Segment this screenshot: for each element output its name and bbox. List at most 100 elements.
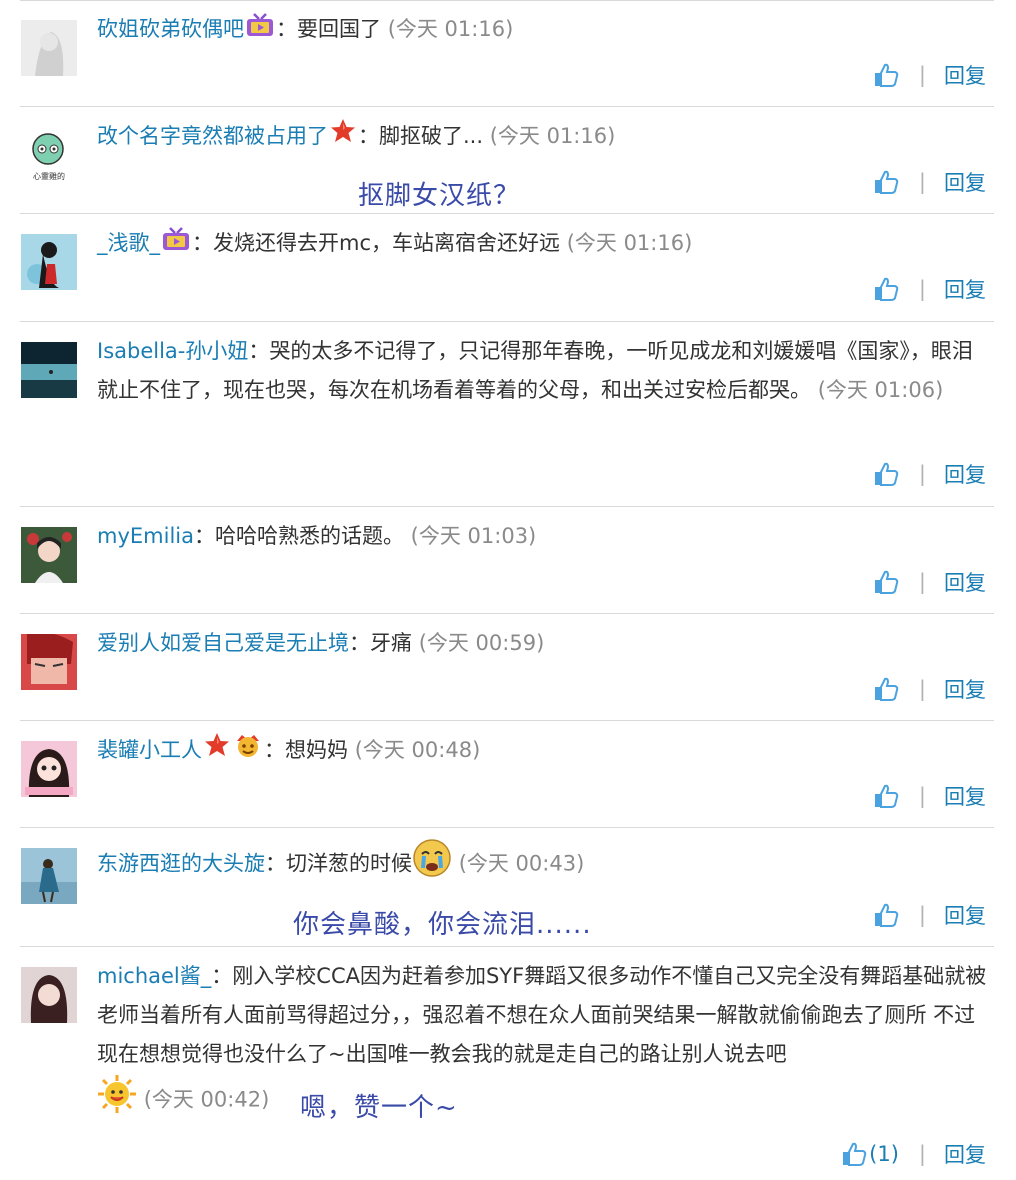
thumbs-up-icon (873, 276, 899, 302)
username[interactable]: _浅歌_ (97, 231, 160, 255)
comment-actions: | 回复 (873, 674, 986, 704)
crown-face-icon (234, 732, 262, 771)
thumbs-up-icon (873, 783, 899, 809)
comment-actions: | 回复 (873, 781, 986, 811)
colon: ： (211, 964, 233, 988)
reply-link[interactable]: 回复 (944, 900, 986, 930)
thumbs-up-icon (873, 62, 899, 88)
reply-link[interactable]: 回复 (944, 674, 986, 704)
comment-actions: (1) | 回复 (841, 1139, 986, 1169)
timestamp: (今天 01:16) (387, 17, 514, 41)
thumbs-up-icon (873, 461, 899, 487)
timestamp: (今天 01:03) (410, 524, 537, 548)
sun-smile-emoji (97, 1074, 137, 1127)
comment-item: Isabella-孙小妞：哭的太多不记得了，只记得那年春晚，一听见成龙和刘媛媛唱… (20, 322, 994, 507)
crying-emoji (412, 838, 452, 891)
separator: | (918, 784, 926, 808)
separator: | (918, 170, 926, 194)
colon: ： (358, 124, 379, 148)
timestamp: (今天 01:16) (566, 231, 693, 255)
colon: ： (349, 631, 370, 655)
username[interactable]: Isabella-孙小妞 (97, 339, 248, 363)
username[interactable]: myEmilia (97, 524, 194, 548)
like-count: (1) (869, 1142, 899, 1166)
like-button[interactable] (873, 62, 899, 88)
separator: | (918, 63, 926, 87)
red-star-icon (330, 118, 356, 157)
colon: ： (265, 851, 286, 876)
overlay-caption: 抠脚女汉纸？ (358, 181, 521, 211)
comment-actions: | 回复 (873, 167, 986, 197)
reply-link[interactable]: 回复 (944, 459, 986, 489)
colon: ： (248, 339, 270, 363)
avatar[interactable] (21, 967, 77, 1023)
colon: ： (264, 738, 285, 762)
reply-link[interactable]: 回复 (944, 167, 986, 197)
timestamp: (今天 00:42) (143, 1087, 270, 1112)
reply-link[interactable]: 回复 (944, 1139, 986, 1169)
like-button[interactable] (873, 569, 899, 595)
reply-link[interactable]: 回复 (944, 781, 986, 811)
avatar[interactable] (21, 234, 77, 290)
comment-text: 哈哈哈熟悉的话题。 (214, 524, 404, 548)
separator: | (918, 570, 926, 594)
timestamp: (今天 01:16) (489, 124, 616, 148)
overlay-caption: 嗯，赞一个~ (300, 1093, 458, 1123)
avatar[interactable] (21, 342, 77, 398)
comment-item: 心靈雞的 改个名字竟然都被占用了 ：脚抠破了... (今天 01:16) 抠脚女汉… (20, 107, 994, 214)
like-button[interactable] (873, 169, 899, 195)
timestamp: (今天 01:06) (817, 378, 944, 402)
avatar[interactable] (21, 634, 77, 690)
like-button[interactable] (873, 676, 899, 702)
thumbs-up-icon (873, 169, 899, 195)
avatar[interactable] (21, 527, 77, 583)
colon: ： (192, 231, 213, 255)
timestamp: (今天 00:48) (354, 738, 481, 762)
like-button[interactable] (873, 461, 899, 487)
username[interactable]: 东游西逛的大头旋 (97, 852, 265, 876)
tv-vip-icon (162, 225, 190, 264)
username[interactable]: michael酱_ (97, 964, 211, 988)
comment-item: 砍姐砍弟砍偶吧 ：要回国了 (今天 01:16) | 回复 (20, 0, 994, 107)
colon: ： (193, 524, 215, 548)
comment-text: 要回国了 (297, 17, 381, 41)
like-button[interactable] (873, 902, 899, 928)
comment-text: 牙痛 (370, 631, 412, 655)
separator: | (918, 677, 926, 701)
comment-text: 切洋葱的时候 (286, 851, 412, 876)
comment-text: 脚抠破了... (379, 124, 484, 148)
thumbs-up-icon (873, 902, 899, 928)
avatar[interactable] (21, 848, 77, 904)
timestamp: (今天 00:59) (418, 631, 545, 655)
like-button[interactable]: (1) (841, 1141, 899, 1167)
comment-item: michael酱_：刚入学校CCA因为赶着参加SYF舞蹈又很多动作不懂自己又完全… (20, 947, 994, 1180)
username[interactable]: 砍姐砍弟砍偶吧 (97, 17, 244, 41)
avatar[interactable] (21, 20, 77, 76)
username[interactable]: 爱别人如爱自己爱是无止境 (97, 631, 349, 655)
thumbs-up-icon (873, 676, 899, 702)
like-button[interactable] (873, 783, 899, 809)
comment-item: 东游西逛的大头旋：切洋葱的时候 (今天 00:43) 你会鼻酸，你会流泪....… (20, 828, 994, 947)
reply-link[interactable]: 回复 (944, 274, 986, 304)
avatar[interactable]: 心靈雞的 (21, 127, 77, 183)
comment-item: 裴罐小工人 ：想妈妈 (今天 00:48) | 回复 (20, 721, 994, 828)
comment-actions: | 回复 (873, 900, 986, 930)
reply-link[interactable]: 回复 (944, 60, 986, 90)
reply-link[interactable]: 回复 (944, 567, 986, 597)
username[interactable]: 裴罐小工人 (97, 738, 202, 762)
comment-actions: | 回复 (873, 567, 986, 597)
avatar-label: 心靈雞的 (33, 171, 65, 181)
comment-item: 爱别人如爱自己爱是无止境：牙痛 (今天 00:59) | 回复 (20, 614, 994, 721)
like-button[interactable] (873, 276, 899, 302)
separator: | (918, 277, 926, 301)
separator: | (918, 462, 926, 486)
timestamp: (今天 00:43) (458, 851, 585, 876)
thumbs-up-icon (873, 569, 899, 595)
colon: ： (276, 17, 297, 41)
comment-text: 想妈妈 (285, 738, 348, 762)
username[interactable]: 改个名字竟然都被占用了 (97, 124, 328, 148)
overlay-caption: 你会鼻酸，你会流泪...... (293, 910, 592, 940)
comment-text: 发烧还得去开mc，车站离宿舍还好远 (213, 231, 561, 255)
avatar[interactable] (21, 741, 77, 797)
comment-actions: | 回复 (873, 60, 986, 90)
